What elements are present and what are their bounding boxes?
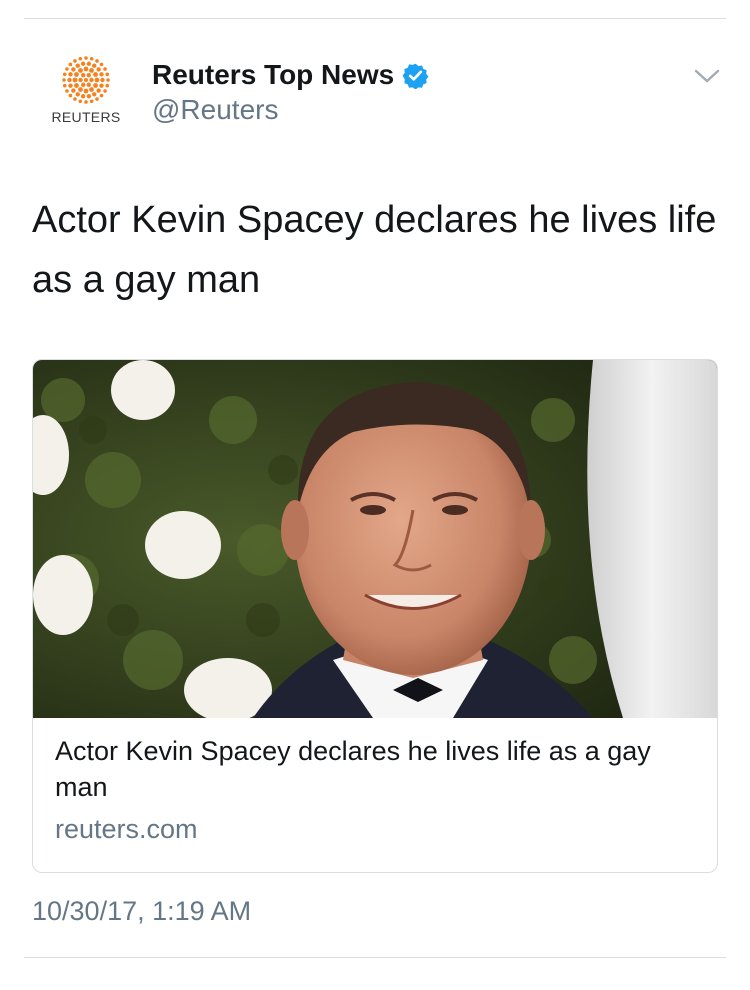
top-divider: [24, 18, 726, 19]
avatar-wordmark: REUTERS: [51, 109, 121, 125]
display-name[interactable]: Reuters Top News: [152, 59, 394, 91]
card-title[interactable]: Actor Kevin Spacey declares he lives lif…: [55, 733, 695, 805]
chevron-down-icon[interactable]: [692, 64, 722, 88]
card-image[interactable]: [33, 360, 717, 718]
profile-avatar[interactable]: REUTERS: [40, 54, 132, 134]
author-name-row[interactable]: Reuters Top News: [152, 56, 429, 94]
card-domain[interactable]: reuters.com: [55, 814, 198, 845]
link-card[interactable]: Actor Kevin Spacey declares he lives lif…: [32, 359, 718, 873]
reuters-logo-icon: [62, 56, 110, 104]
handle[interactable]: @Reuters: [152, 94, 278, 126]
tweet-text: Actor Kevin Spacey declares he lives lif…: [32, 199, 717, 301]
bottom-divider: [24, 957, 726, 958]
verified-badge-icon: [402, 63, 429, 89]
tweet-timestamp[interactable]: 10/30/17, 1:19 AM: [32, 896, 251, 927]
